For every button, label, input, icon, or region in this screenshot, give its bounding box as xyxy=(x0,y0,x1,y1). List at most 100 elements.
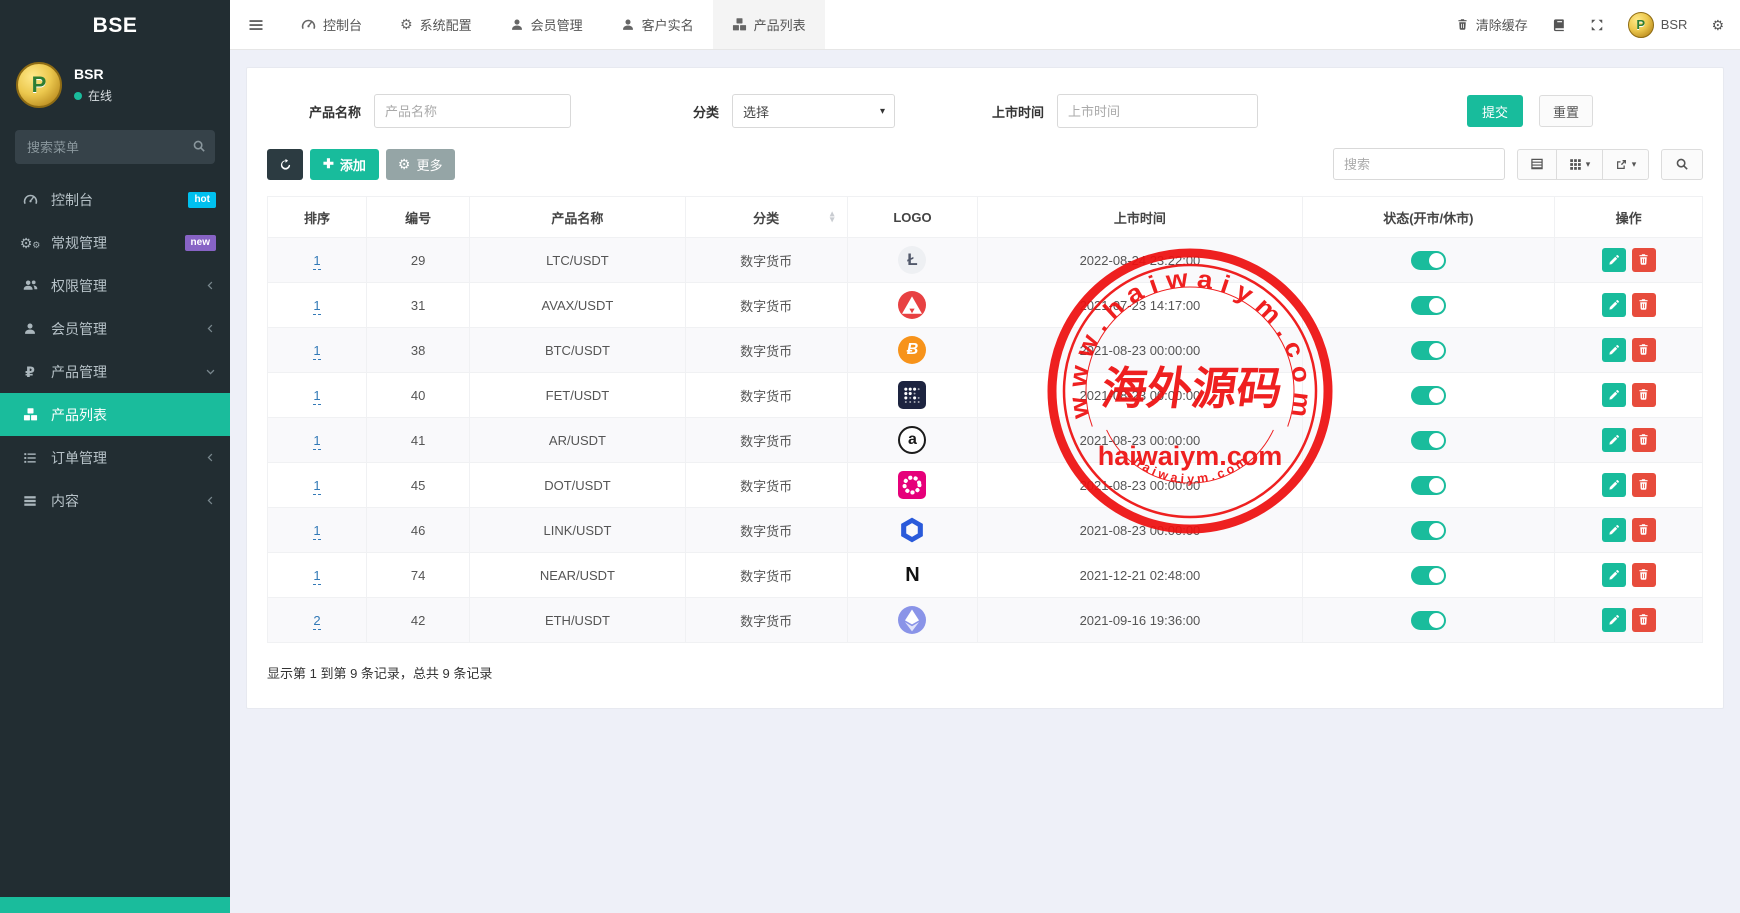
topbar-user[interactable]: P BSR xyxy=(1628,12,1688,38)
sort-link[interactable]: 1 xyxy=(313,253,320,270)
reset-button[interactable]: 重置 xyxy=(1539,95,1593,127)
sort-link[interactable]: 1 xyxy=(313,568,320,585)
status-cell xyxy=(1302,373,1555,418)
sidebar-item-label: 控制台 xyxy=(51,190,93,210)
export-button[interactable]: ▾ xyxy=(1602,149,1649,180)
edit-button[interactable] xyxy=(1602,473,1626,497)
sidebar-item-product-list[interactable]: 产品列表 xyxy=(0,393,230,436)
list-view-icon xyxy=(1530,157,1544,171)
sidebar-item-products[interactable]: ₽产品管理 xyxy=(0,350,230,393)
clear-cache-button[interactable]: 清除缓存 xyxy=(1456,15,1528,34)
sort-link[interactable]: 1 xyxy=(313,523,320,540)
tab-label: 控制台 xyxy=(323,15,362,34)
chevron-left-icon xyxy=(205,280,216,291)
tab-system-config[interactable]: ⚙系统配置 xyxy=(381,0,491,49)
gear-icon: ⚙ xyxy=(400,17,413,32)
tab-product-list[interactable]: 产品列表 xyxy=(713,0,825,49)
edit-button[interactable] xyxy=(1602,248,1626,272)
delete-button[interactable] xyxy=(1632,473,1656,497)
category-cell: 数字货币 xyxy=(685,508,847,553)
column-header[interactable]: 分类▴▾ xyxy=(685,197,847,238)
status-cell xyxy=(1302,553,1555,598)
category-cell: 数字货币 xyxy=(685,553,847,598)
status-toggle[interactable] xyxy=(1411,296,1446,315)
delete-button[interactable] xyxy=(1632,383,1656,407)
status-toggle[interactable] xyxy=(1411,521,1446,540)
status-toggle[interactable] xyxy=(1411,566,1446,585)
sidebar-item-dashboard[interactable]: 控制台 hot xyxy=(0,178,230,221)
sort-cell: 1 xyxy=(268,283,367,328)
status-toggle[interactable] xyxy=(1411,431,1446,450)
sort-link[interactable]: 1 xyxy=(313,388,320,405)
delete-button[interactable] xyxy=(1632,608,1656,632)
gear-icon: ⚙ xyxy=(398,157,411,171)
status-toggle[interactable] xyxy=(1411,341,1446,360)
id-cell: 41 xyxy=(367,418,470,463)
delete-button[interactable] xyxy=(1632,563,1656,587)
status-cell xyxy=(1302,508,1555,553)
id-cell: 74 xyxy=(367,553,470,598)
sidebar-item-content[interactable]: 内容 xyxy=(0,479,230,522)
delete-button[interactable] xyxy=(1632,293,1656,317)
product-name-cell: AR/USDT xyxy=(470,418,685,463)
status-toggle[interactable] xyxy=(1411,611,1446,630)
edit-button[interactable] xyxy=(1602,383,1626,407)
list-icon xyxy=(20,451,40,465)
logo-cell xyxy=(847,463,978,508)
edit-button[interactable] xyxy=(1602,338,1626,362)
tab-members[interactable]: 会员管理 xyxy=(491,0,602,49)
docs-button[interactable] xyxy=(1552,18,1566,32)
edit-button[interactable] xyxy=(1602,563,1626,587)
submit-button[interactable]: 提交 xyxy=(1467,95,1523,127)
status-cell xyxy=(1302,238,1555,283)
refresh-button[interactable] xyxy=(267,149,303,180)
sort-link[interactable]: 1 xyxy=(313,298,320,315)
id-cell: 29 xyxy=(367,238,470,283)
status-cell xyxy=(1302,598,1555,643)
category-select[interactable]: 选择 ▾ xyxy=(732,94,895,128)
sidebar-item-members[interactable]: 会员管理 xyxy=(0,307,230,350)
sidebar-item-label: 常规管理 xyxy=(51,233,107,253)
settings-gear-icon[interactable]: ⚙ xyxy=(1711,18,1724,32)
table-search-input[interactable] xyxy=(1333,148,1505,180)
edit-button[interactable] xyxy=(1602,293,1626,317)
sidebar-item-permissions[interactable]: 权限管理 xyxy=(0,264,230,307)
tab-dashboard[interactable]: 控制台 xyxy=(282,0,381,49)
sort-link[interactable]: 1 xyxy=(313,433,320,450)
badge-hot: hot xyxy=(188,192,216,208)
sort-link[interactable]: 2 xyxy=(313,613,320,630)
delete-button[interactable] xyxy=(1632,428,1656,452)
toggle-view-button[interactable] xyxy=(1517,149,1557,180)
logo-cell xyxy=(847,283,978,328)
edit-button[interactable] xyxy=(1602,518,1626,542)
delete-button[interactable] xyxy=(1632,338,1656,362)
columns-button[interactable]: ▾ xyxy=(1556,149,1603,180)
actions-cell xyxy=(1555,328,1703,373)
menu-toggle-icon[interactable] xyxy=(230,0,282,49)
list-time-cell: 2021-08-23 00:00:00 xyxy=(978,373,1302,418)
status-toggle[interactable] xyxy=(1411,251,1446,270)
fullscreen-button[interactable] xyxy=(1590,18,1604,32)
sidebar-item-orders[interactable]: 订单管理 xyxy=(0,436,230,479)
sidebar-item-general[interactable]: ⚙⚙常规管理new xyxy=(0,221,230,264)
tab-kyc[interactable]: 客户实名 xyxy=(602,0,713,49)
search-button[interactable] xyxy=(1661,149,1703,180)
status-toggle[interactable] xyxy=(1411,386,1446,405)
product-name-input[interactable] xyxy=(374,94,571,128)
edit-button[interactable] xyxy=(1602,428,1626,452)
sort-link[interactable]: 1 xyxy=(313,343,320,360)
edit-button[interactable] xyxy=(1602,608,1626,632)
delete-button[interactable] xyxy=(1632,248,1656,272)
sort-cell: 1 xyxy=(268,553,367,598)
more-button[interactable]: ⚙ 更多 xyxy=(386,149,455,180)
sort-link[interactable]: 1 xyxy=(313,478,320,495)
status-toggle[interactable] xyxy=(1411,476,1446,495)
delete-button[interactable] xyxy=(1632,518,1656,542)
list-time-cell: 2021-08-23 00:00:00 xyxy=(978,328,1302,373)
list-time-input[interactable] xyxy=(1057,94,1258,128)
product-name-cell: LTC/USDT xyxy=(470,238,685,283)
crypto-logo-eth xyxy=(898,606,926,634)
add-button[interactable]: ✚ 添加 xyxy=(310,149,379,180)
content-icon xyxy=(20,494,40,508)
sidebar-search-input[interactable] xyxy=(15,130,215,164)
